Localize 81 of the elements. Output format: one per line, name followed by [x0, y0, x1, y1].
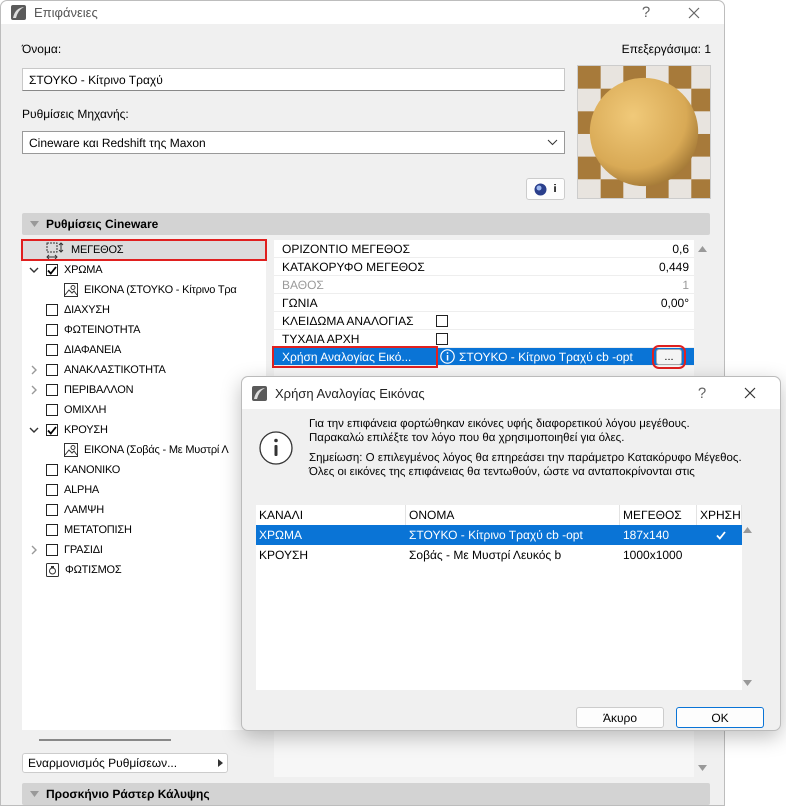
property-row[interactable]: ΟΡΙΖΟΝΤΙΟ ΜΕΓΕΘΟΣ 0,6: [274, 240, 694, 258]
table-cell-text: ΚΡΟΥΣΗ: [258, 547, 310, 564]
name-label: Όνομα:: [22, 42, 62, 56]
tree-item[interactable]: ΔΙΑΧΥΣΗ: [22, 300, 114, 320]
property-row[interactable]: ΚΛΕΙΔΩΜΑ ΑΝΑΛΟΓΙΑΣ: [274, 312, 694, 330]
tree-item[interactable]: ΠΕΡΙΒΑΛΛΟΝ: [22, 380, 138, 400]
section-header[interactable]: Ρυθμίσεις Cineware: [22, 213, 710, 235]
close-icon: [688, 6, 700, 18]
help-button[interactable]: ?: [626, 4, 666, 21]
checkmark-icon: [716, 530, 726, 540]
tree-item[interactable]: ΜΕΓΕΘΟΣ: [22, 240, 266, 260]
tree-item[interactable]: ΔΙΑΦΑΝΕΙΑ: [22, 340, 126, 360]
tree-item[interactable]: ΛΑΜΨΗ: [22, 500, 108, 520]
resize-icon: [46, 242, 65, 258]
tree-item[interactable]: ΑΝΑΚΛΑΣΤΙΚΟΤΗΤΑ: [22, 360, 170, 380]
image-icon: [64, 283, 78, 297]
tree-item[interactable]: ΦΩΤΙΣΜΟΣ: [22, 560, 126, 580]
message-text: Για την επιφάνεια φορτώθηκαν εικόνες υφής διαφορετικού λόγου μεγέθους. Παρακαλώ επιλέξτε τον λόγο που θα χρησιμοποιηθεί για όλες.: [309, 417, 691, 445]
tree-item[interactable]: ΚΑΝΟΝΙΚΟ: [22, 460, 124, 480]
tree-item[interactable]: ΕΙΚΟΝΑ (Σοβάς - Με Μυστρί Λ: [22, 440, 233, 460]
table-row[interactable]: ΚΡΟΥΣΗ Σοβάς - Με Μυστρί Λευκός b 1000x1000: [256, 545, 742, 565]
info-icon: [440, 349, 455, 364]
checkbox[interactable]: [46, 304, 58, 316]
chevron-icon[interactable]: [29, 265, 39, 275]
chevron-icon: [547, 139, 558, 146]
table-cell-text: 1000x1000: [622, 547, 684, 564]
image-icon: [64, 443, 78, 457]
checkbox[interactable]: [46, 344, 58, 356]
app-logo-icon: [252, 386, 267, 400]
checkbox[interactable]: [436, 332, 448, 344]
checkbox[interactable]: [46, 504, 58, 516]
ok-button[interactable]: OK: [676, 707, 764, 728]
table-cell-text: ΧΡΩΜΑ: [258, 527, 303, 544]
light-bulb-icon: [46, 563, 59, 577]
app-logo-icon: [11, 5, 26, 20]
checkbox[interactable]: [46, 364, 58, 376]
tree-item[interactable]: ΚΡΟΥΣΗ: [22, 420, 112, 440]
info-button[interactable]: i: [526, 178, 565, 200]
section-header[interactable]: Προσκήνιο Ράστερ Κάλυψης: [22, 783, 710, 805]
sphere-icon: [534, 182, 548, 196]
property-row[interactable]: ΚΑΤΑΚΟΡΥΦΟ ΜΕΓΕΘΟΣ 0,449: [274, 258, 694, 276]
table-row[interactable]: ΧΡΩΜΑ ΣΤΟΥΚΟ - Κίτρινο Τραχύ cb -opt 187x140: [256, 525, 742, 545]
property-row[interactable]: Χρήση Αναλογίας Εικό... ΣΤΟΥΚΟ - Κίτρινο Τραχύ cb -opt ...: [274, 348, 694, 366]
help-button[interactable]: ?: [682, 384, 722, 402]
table-cell-text: ΣΤΟΥΚΟ - Κίτρινο Τραχύ cb -opt: [408, 527, 584, 544]
checkbox[interactable]: [46, 524, 58, 536]
chevron-icon[interactable]: [29, 425, 39, 435]
table-cell-text: 187x140: [622, 527, 670, 544]
checkbox[interactable]: [46, 484, 58, 496]
checkbox[interactable]: [46, 424, 58, 436]
tree-item[interactable]: ΜΕΤΑΤΟΠΙΣΗ: [22, 520, 136, 540]
tree-item[interactable]: ΕΙΚΟΝΑ (ΣΤΟΥΚΟ - Κίτρινο Τρα: [22, 280, 241, 300]
engine-label: Ρυθμίσεις Μηχανής:: [22, 107, 130, 121]
checkbox[interactable]: [46, 264, 58, 276]
table-cell-text: Σοβάς - Με Μυστρί Λευκός b: [408, 547, 562, 564]
engine-dropdown[interactable]: Cineware και Redshift της Maxon: [22, 131, 565, 154]
editable-count: Επεξεργάσιμα: 1: [622, 42, 711, 56]
checkbox[interactable]: [46, 404, 58, 416]
info-icon: [259, 431, 293, 465]
checkmark-icon: [47, 266, 57, 274]
close-icon: [744, 387, 756, 399]
caret-icon: [218, 759, 223, 767]
checkbox[interactable]: [46, 384, 58, 396]
harmonize-button[interactable]: Εναρμονισμός Ρυθμίσεων...: [22, 753, 228, 773]
tree-item[interactable]: ΓΡΑΣΙΔΙ: [22, 540, 107, 560]
checkbox[interactable]: [46, 324, 58, 336]
name-field[interactable]: ΣΤΟΥΚΟ - Κίτρινο Τραχύ: [22, 68, 565, 91]
property-row[interactable]: ΓΩΝΙΑ 0,00°: [274, 294, 694, 312]
checkbox[interactable]: [46, 544, 58, 556]
tree-item[interactable]: ΦΩΤΕΙΝΟΤΗΤΑ: [22, 320, 144, 340]
tree-item[interactable]: ΟΜΙΧΛΗ: [22, 400, 110, 420]
property-row[interactable]: ΤΥΧΑΙΑ ΑΡΧΗ: [274, 330, 694, 348]
checkbox[interactable]: [436, 314, 448, 326]
window-title: Επιφάνειες: [34, 5, 99, 20]
tree-item[interactable]: ALPHA: [22, 480, 104, 500]
tree-item[interactable]: ΧΡΩΜΑ: [22, 260, 106, 280]
checkmark-icon: [47, 426, 57, 434]
cancel-button[interactable]: Άκυρο: [576, 707, 664, 728]
checkbox[interactable]: [46, 464, 58, 476]
dialog-title: Χρήση Αναλογίας Εικόνας: [275, 386, 426, 400]
note-text: Σημείωση: Ο επιλεγμένος λόγος θα επηρεάσει την παράμετρο Κατακόρυφο Μέγεθος. Όλες οι εικόνες της επιφάνειας θα τεντωθούν, ώστε να ανταποκρίνονται στις: [309, 451, 742, 479]
